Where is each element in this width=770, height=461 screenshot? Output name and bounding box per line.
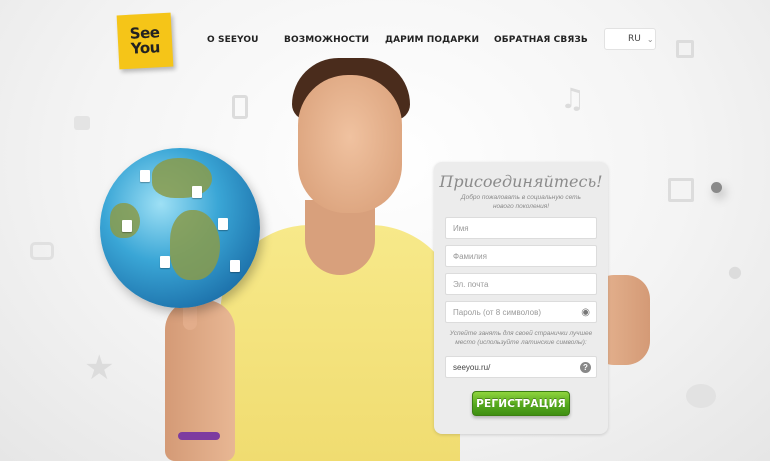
bracelet [178, 432, 220, 440]
registration-card: Присоединяйтесь! Добро пожаловать в соци… [434, 162, 608, 434]
star-icon: ★ [84, 348, 115, 388]
first-name-field[interactable]: Имя [445, 217, 597, 239]
photo-tag-icon [122, 220, 132, 232]
password-placeholder: Пароль (от 8 символов) [453, 307, 541, 317]
password-field[interactable]: Пароль (от 8 символов) ◉ [445, 301, 597, 323]
music-note-icon: ♫ [560, 82, 586, 115]
profile-url-value: seeyou.ru/ [453, 362, 491, 372]
image-icon [668, 178, 694, 202]
location-pin-icon: ● [728, 262, 742, 281]
nav-feedback[interactable]: ОБРАТНАЯ СВЯЗЬ [494, 35, 588, 45]
photo-tag-icon [160, 256, 170, 268]
email-field[interactable]: Эл. почта [445, 273, 597, 295]
phone-icon [232, 95, 248, 119]
profile-url-field[interactable]: seeyou.ru/ ? [445, 356, 597, 378]
url-note: Успейте занять для своей странички лучше… [449, 330, 593, 346]
photo-tag-icon [140, 170, 150, 182]
globe-icon [711, 181, 722, 193]
register-button[interactable]: РЕГИСТРАЦИЯ [472, 391, 570, 416]
shape-icon [74, 116, 90, 130]
photo-tag-icon [192, 186, 202, 198]
continent [170, 210, 220, 280]
person-head [298, 75, 402, 213]
photo-tag-icon [230, 260, 240, 272]
nav-gifts[interactable]: ДАРИМ ПОДАРКИ [385, 35, 479, 45]
registration-title: Присоединяйтесь! [439, 172, 603, 191]
photo-tag-icon [218, 218, 228, 230]
eye-icon[interactable]: ◉ [581, 307, 590, 318]
chevron-down-icon: ⌄ [646, 34, 654, 44]
help-icon[interactable]: ? [580, 362, 591, 373]
language-selector[interactable]: RU ⌄ [604, 28, 722, 193]
registration-subtitle: Добро пожаловать в социальную сеть новог… [461, 194, 581, 210]
nav-about[interactable]: О SEEYOU [207, 35, 259, 45]
chat-icon [30, 242, 54, 260]
nav-features[interactable]: ВОЗМОЖНОСТИ [284, 35, 369, 45]
globe-illustration [100, 148, 260, 308]
last-name-field[interactable]: Фамилия [445, 245, 597, 267]
language-label: RU [628, 34, 641, 44]
continent [152, 158, 212, 198]
chat-bubble-icon [686, 384, 716, 408]
